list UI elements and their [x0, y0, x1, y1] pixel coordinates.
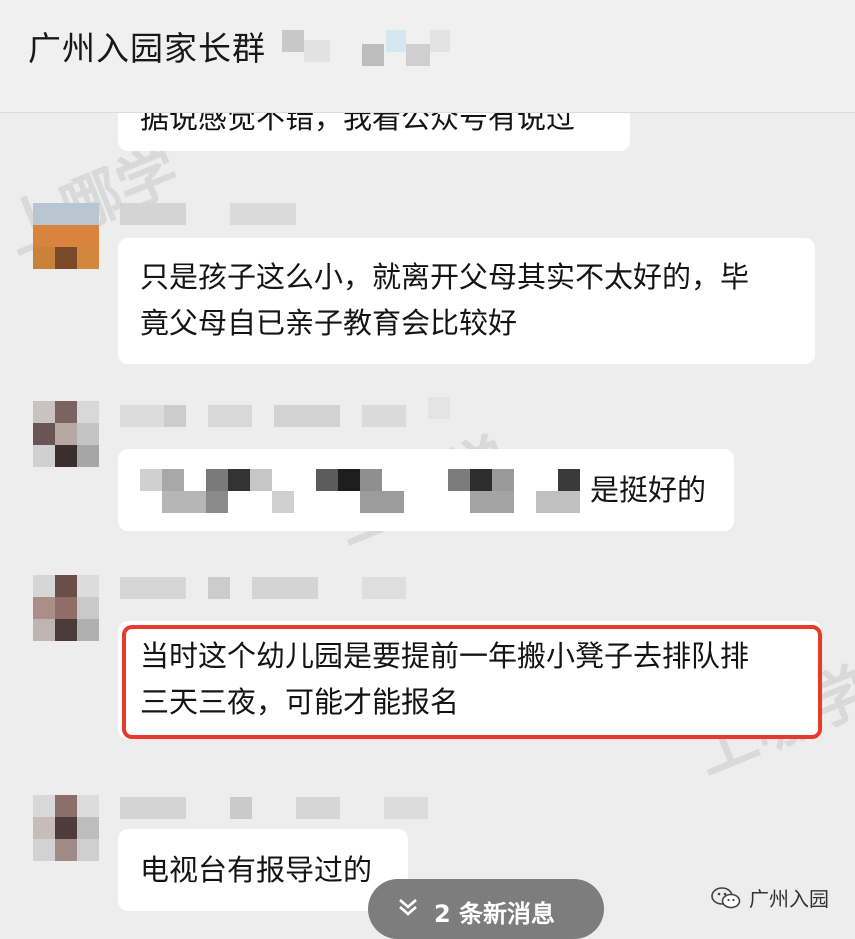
message-text: 据说感觉不错，我看公众号有说过 — [140, 113, 576, 135]
new-messages-button[interactable]: 2 条新消息 — [368, 879, 604, 939]
redacted-title-suffix — [282, 30, 452, 74]
message-bubble[interactable]: 只是孩子这么小，就离开父母其实不太好的，毕 竟父母自已亲子教育会比较好 — [118, 238, 815, 364]
account-name: 广州入园 — [749, 887, 829, 911]
new-messages-label: 2 条新消息 — [434, 900, 556, 928]
message-bubble[interactable]: 据说感觉不错，我看公众号有说过 — [118, 113, 630, 151]
account-watermark: 广州入园 — [711, 883, 829, 912]
redacted-text — [140, 469, 588, 513]
message-text: 竟父母自已亲子教育会比较好 — [140, 306, 518, 340]
highlight-box — [122, 625, 822, 739]
sender-name-redacted — [120, 203, 300, 225]
avatar[interactable] — [33, 401, 99, 467]
group-title: 广州入园家长群 — [28, 29, 266, 68]
chevron-down-icon — [399, 899, 417, 916]
message-list[interactable]: 上哪学 上哪学 上哪学 据说感觉不错，我看公众号有说过 只是孩子这么小，就离开父… — [0, 113, 855, 934]
message-bubble[interactable]: 电视台有报导过的 — [118, 829, 408, 911]
message-text: 是挺好的 — [590, 473, 707, 507]
message-text: 只是孩子这么小，就离开父母其实不太好的，毕 — [140, 260, 750, 294]
wechat-icon — [711, 886, 741, 908]
sender-name-redacted — [120, 797, 440, 819]
sender-name-redacted — [120, 577, 440, 599]
avatar[interactable] — [33, 203, 99, 269]
chat-header: 广州入园家长群 — [0, 0, 855, 113]
message-bubble[interactable]: 是挺好的 — [118, 449, 734, 531]
avatar[interactable] — [33, 795, 99, 861]
sender-name-redacted — [120, 397, 460, 427]
message-text: 电视台有报导过的 — [140, 853, 373, 887]
avatar[interactable] — [33, 575, 99, 641]
